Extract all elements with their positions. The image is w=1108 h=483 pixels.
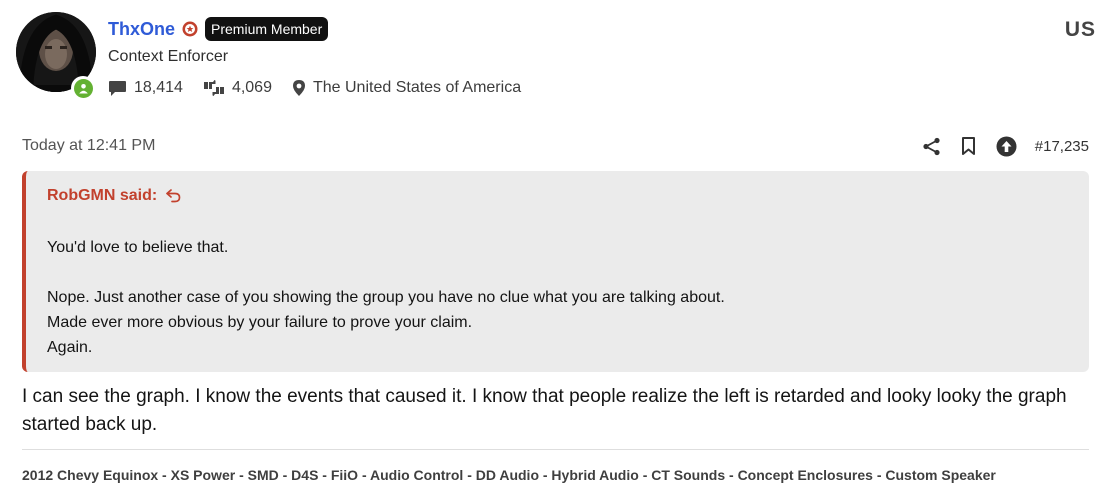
share-button[interactable] — [922, 137, 941, 156]
message-count-value: 18,414 — [134, 79, 183, 96]
message-count[interactable]: 18,414 — [108, 79, 183, 97]
quote-line: Made ever more obvious by your failure t… — [47, 314, 473, 331]
user-location[interactable]: The United States of America — [292, 79, 521, 97]
user-location-value: The United States of America — [312, 79, 522, 96]
user-signature: 2012 Chevy Equinox - XS Power - SMD - D4… — [22, 467, 996, 483]
upvote-icon — [996, 136, 1017, 156]
post-actions: #17,235 — [902, 134, 1089, 158]
quote-line: You'd love to believe that. — [47, 239, 229, 256]
quote-block: RobGMN said: You'd love to believe that.… — [22, 171, 1089, 372]
quote-jump-icon — [166, 189, 181, 203]
share-icon — [923, 137, 940, 155]
user-stats: 18,414 4,069 The United States of Americ… — [108, 77, 541, 99]
bookmark-icon — [961, 137, 975, 155]
username-link[interactable]: ThxOne — [108, 19, 175, 40]
location-pin-icon — [292, 80, 305, 96]
thumbs-reaction-icon — [203, 80, 224, 96]
message-bubble-icon — [109, 80, 126, 96]
user-title: Context Enforcer — [108, 48, 229, 65]
signature-divider — [22, 449, 1089, 450]
post-body-text: I can see the graph. I know the events t… — [22, 386, 1067, 435]
staff-star-icon — [182, 21, 198, 37]
post-number-link[interactable]: #17,235 — [1035, 138, 1089, 155]
country-flag-code: US — [1064, 18, 1096, 41]
online-status-icon — [71, 76, 95, 100]
post-date[interactable]: Today at 12:41 PM — [22, 137, 155, 155]
quote-line: Nope. Just another case of you showing t… — [47, 289, 725, 306]
premium-member-badge[interactable]: Premium Member — [205, 17, 329, 41]
user-line: ThxOne Premium Member — [108, 16, 329, 42]
quote-attribution[interactable]: RobGMN said: — [47, 187, 181, 205]
bookmark-button[interactable] — [961, 137, 976, 155]
reaction-score-value: 4,069 — [231, 79, 272, 96]
quote-line: Again. — [47, 339, 93, 356]
upvote-button[interactable] — [996, 136, 1017, 157]
reaction-score[interactable]: 4,069 — [203, 79, 272, 97]
quote-attribution-text: RobGMN said: — [47, 187, 158, 204]
